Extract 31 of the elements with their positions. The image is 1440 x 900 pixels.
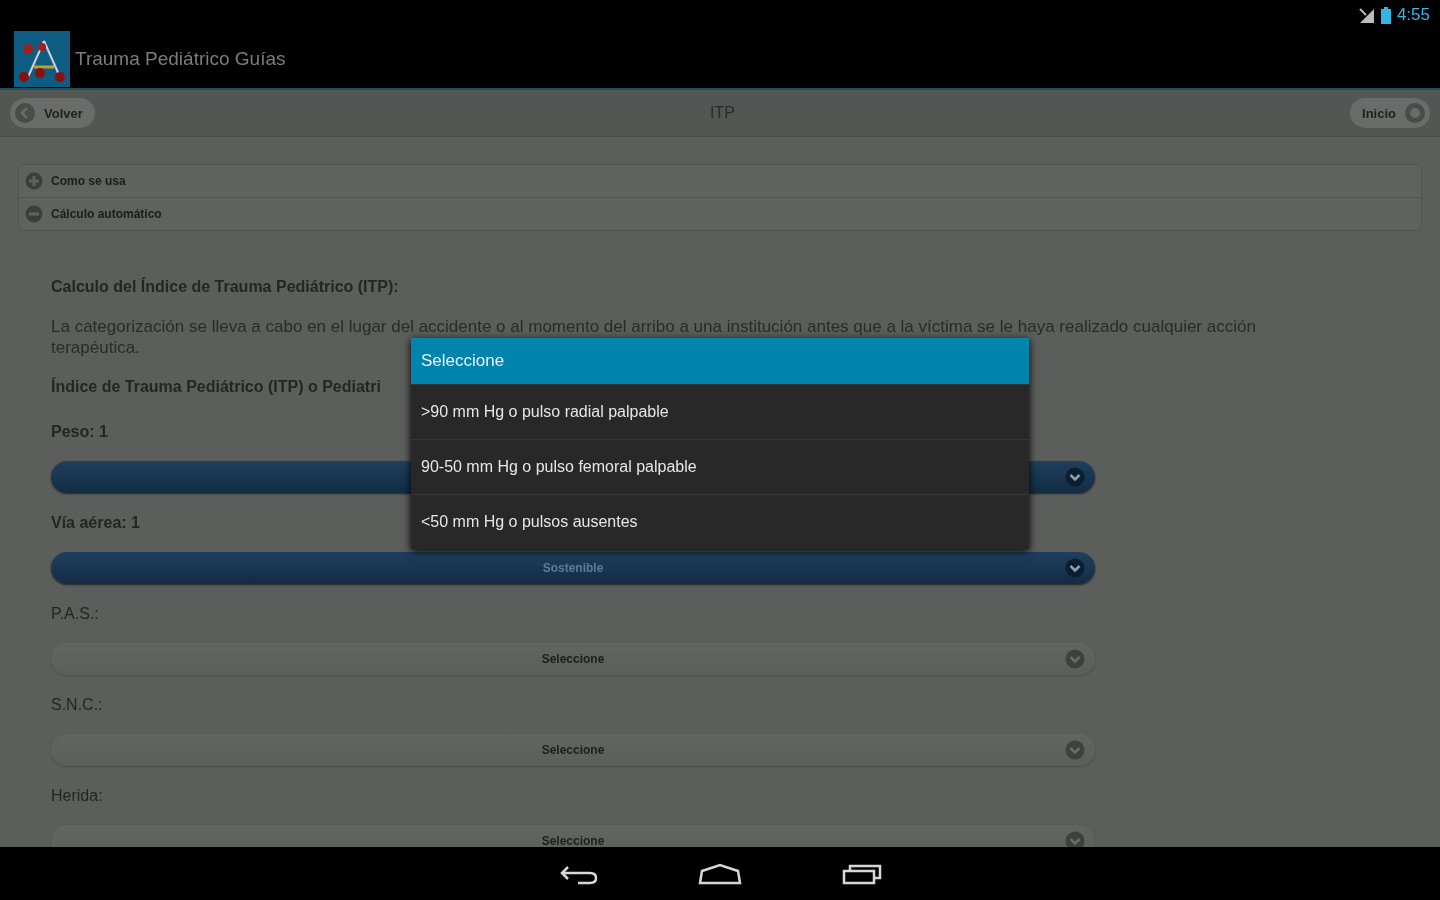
chevron-down-icon [1065, 558, 1085, 578]
dropdown-select[interactable]: Sostenible [51, 552, 1095, 584]
subheading: Índice de Trauma Pediátrico (ITP) o Pediatri [51, 378, 381, 397]
field-label: S.N.C.: [51, 696, 103, 715]
option-item[interactable]: >90 mm Hg o pulso radial palpable [411, 384, 1029, 439]
circle-icon [1404, 102, 1426, 124]
dropdown-select[interactable]: Seleccione [51, 643, 1095, 675]
clock-time: 4:55 [1396, 5, 1430, 25]
chevron-down-icon [1065, 467, 1085, 487]
signal-icon [1357, 6, 1375, 24]
plus-icon [25, 172, 43, 190]
app-title: Trauma Pediátrico Guías [75, 48, 286, 70]
home-button[interactable]: Inicio [1350, 98, 1430, 128]
dropdown-select[interactable]: Seleccione [51, 734, 1095, 766]
dialog-title: Seleccione [411, 338, 1029, 384]
chevron-down-icon [1065, 740, 1085, 760]
field-label: P.A.S.: [51, 605, 99, 624]
field-label: Vía aérea: 1 [51, 514, 140, 533]
option-item[interactable]: 90-50 mm Hg o pulso femoral palpable [411, 439, 1029, 494]
section-heading: Calculo del Índice de Trauma Pediátrico (ITP): [51, 278, 400, 296]
back-button[interactable]: Volver [10, 98, 95, 128]
section-header[interactable]: Como se usa [19, 165, 1421, 198]
battery-icon [1380, 6, 1391, 24]
section-header[interactable]: Cálculo automático [19, 198, 1421, 230]
field-label: Peso: 1 [51, 423, 108, 442]
field-label: Herida: [51, 787, 103, 806]
minus-icon [25, 205, 43, 223]
option-item[interactable]: <50 mm Hg o pulsos ausentes [411, 494, 1029, 549]
app-logo-icon [14, 31, 70, 87]
chevron-down-icon [1065, 649, 1085, 669]
dropdown-select[interactable]: Seleccione [51, 825, 1095, 847]
